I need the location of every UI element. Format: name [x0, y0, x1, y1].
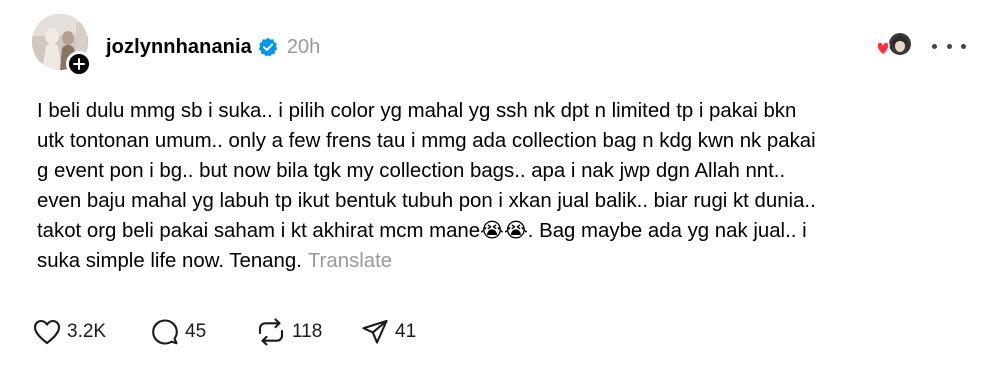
repost-count: 118: [292, 321, 323, 342]
more-horizontal-icon: [946, 43, 952, 49]
like-count: 3.2K: [67, 321, 107, 342]
liked-by-indicator[interactable]: [873, 29, 913, 61]
repost-button[interactable]: 118: [256, 317, 361, 347]
share-icon: [362, 319, 388, 344]
post-body: I beli dulu mmg sb i suka.. i pilih colo…: [37, 96, 987, 276]
more-options-button[interactable]: [932, 36, 966, 56]
post-timestamp: 20h: [286, 35, 321, 58]
plus-icon: [73, 58, 85, 70]
post-text-line: even baju mahal yg labuh tp ikut bentuk …: [37, 190, 816, 212]
heart-icon: [33, 319, 61, 345]
reply-button[interactable]: 45: [151, 317, 256, 347]
verified-badge-icon: [258, 37, 278, 57]
share-button[interactable]: 41: [361, 317, 416, 347]
post-text-line: utk tontonan umum.. only a few frens tau…: [37, 130, 816, 152]
username[interactable]: jozlynnhanania: [106, 36, 252, 59]
heart-avatar-icon: [876, 33, 911, 56]
post-text-line: takot org beli pakai saham i kt akhirat …: [37, 220, 807, 242]
reply-count: 45: [185, 321, 207, 342]
follow-button[interactable]: [66, 51, 92, 77]
post-header: jozlynnhanania 20h: [106, 32, 320, 62]
post-actions: 3.2K 45 118 41: [33, 317, 416, 347]
like-button[interactable]: 3.2K: [33, 317, 151, 347]
post-text-line-last: suka simple life now. Tenang. Translate: [37, 246, 987, 276]
more-horizontal-icon: [961, 43, 966, 49]
comment-icon: [152, 319, 178, 345]
more-horizontal-icon: [932, 43, 937, 49]
share-count: 41: [395, 321, 417, 342]
post-text-line: g event pon i bg.. but now bila tgk my c…: [37, 160, 786, 182]
repost-icon: [258, 318, 284, 346]
thread-post: jozlynnhanania 20h I beli dulu mmg sb i …: [0, 0, 1000, 376]
post-text-line: I beli dulu mmg sb i suka.. i pilih colo…: [37, 100, 797, 122]
post-text-line: suka simple life now. Tenang.: [37, 250, 302, 272]
translate-link[interactable]: Translate: [308, 250, 392, 272]
